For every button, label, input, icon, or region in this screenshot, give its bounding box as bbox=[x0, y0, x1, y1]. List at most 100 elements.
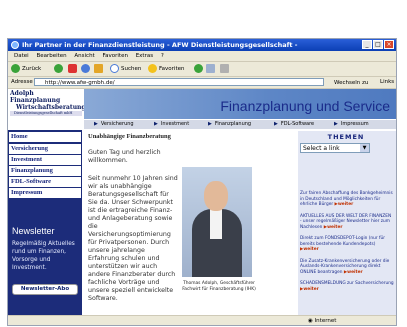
topic-link[interactable]: SCHADENSMELDUNG zur Sachversicherung ▶we… bbox=[300, 281, 394, 292]
print-button[interactable] bbox=[220, 64, 231, 74]
nav-fdl-software[interactable]: ▶ FDL-Software bbox=[274, 120, 314, 129]
back-label: Zurück bbox=[22, 66, 42, 72]
newsletter-heading: Newsletter bbox=[12, 226, 55, 236]
minimize-button[interactable]: _ bbox=[362, 40, 372, 49]
toolbar: Zurück Suchen Favoriten bbox=[8, 62, 396, 77]
menu-extras[interactable]: Extras bbox=[136, 53, 153, 59]
menu-favoriten[interactable]: Favoriten bbox=[102, 53, 127, 59]
menu-bearbeiten[interactable]: Bearbeiten bbox=[36, 53, 66, 59]
arrow-right-icon: ▶ bbox=[154, 121, 158, 127]
photo-caption: Thomas Adolph, Geschäftsführer Fachwirt … bbox=[182, 281, 256, 292]
topic-link[interactable]: Zur fairen Abschaffung des Bankgeheimnis… bbox=[300, 191, 394, 208]
stop-icon bbox=[68, 64, 77, 73]
sidebar-item-versicherung[interactable]: Versicherung bbox=[9, 144, 81, 155]
history-icon bbox=[194, 64, 203, 73]
forward-arrow-icon bbox=[54, 64, 63, 73]
nav-label: FDL-Software bbox=[280, 121, 315, 127]
intro-text: Seit nunmehr 10 Jahren sind wir als unab… bbox=[88, 175, 178, 302]
themes-heading: THEMEN bbox=[327, 133, 365, 141]
forward-button[interactable] bbox=[54, 64, 65, 74]
link-select[interactable]: Select a link ▼ bbox=[300, 143, 370, 153]
go-button[interactable]: Wechseln zu bbox=[334, 78, 368, 89]
topic-links: Zur fairen Abschaffung des Bankgeheimnis… bbox=[300, 191, 394, 298]
nav-investment[interactable]: ▶ Investment bbox=[154, 120, 189, 129]
themes-column: THEMEN Select a link ▼ Zur fairen Abscha… bbox=[298, 131, 396, 315]
main-content: Unabhängige Finanzberatung Guten Tag und… bbox=[88, 133, 288, 315]
favorites-label: Favoriten bbox=[159, 66, 185, 72]
sidebar-item-impressum[interactable]: Impressum bbox=[9, 188, 81, 199]
top-navigation: ▶ Versicherung ▶ Investment ▶ Finanzplanung… bbox=[84, 119, 396, 129]
nav-finanzplanung[interactable]: ▶ Finanzplanung bbox=[208, 120, 251, 129]
window-title: Ihr Partner in der Finanzdienstleistung … bbox=[22, 41, 298, 49]
menu-datei[interactable]: Datei bbox=[14, 53, 29, 59]
sidebar-menu: Home Versicherung Investment Finanzplanu… bbox=[9, 132, 81, 199]
history-button[interactable] bbox=[194, 64, 205, 74]
print-icon bbox=[220, 64, 229, 73]
more-link[interactable]: ▶weiter bbox=[344, 270, 363, 275]
banner-title: Finanzplanung und Service bbox=[220, 98, 390, 114]
content-heading: Unabhängige Finanzberatung bbox=[88, 133, 171, 140]
mail-button[interactable] bbox=[206, 64, 217, 74]
arrow-right-icon: ▶ bbox=[208, 121, 212, 127]
home-button[interactable] bbox=[94, 64, 105, 74]
home-icon bbox=[94, 64, 103, 73]
company-logo[interactable]: Adolph Finanzplanung Wirtschaftsberatung… bbox=[10, 90, 86, 116]
nav-label: Impressum bbox=[340, 121, 369, 127]
sidebar-item-investment[interactable]: Investment bbox=[9, 155, 81, 166]
stop-button[interactable] bbox=[68, 64, 79, 74]
arrow-right-icon: ▶ bbox=[274, 121, 278, 127]
browser-icon bbox=[11, 41, 19, 49]
search-label: Suchen bbox=[121, 66, 142, 72]
sidebar-item-finanzplanung[interactable]: Finanzplanung bbox=[9, 166, 81, 177]
nav-impressum[interactable]: ▶ Impressum bbox=[334, 120, 369, 129]
select-value: Select a link bbox=[303, 145, 340, 152]
more-link[interactable]: ▶weiter bbox=[324, 225, 343, 230]
menu-help[interactable]: ? bbox=[161, 53, 164, 59]
logo-line-2: Wirtschaftsberatung bbox=[16, 104, 86, 111]
browser-window: Ihr Partner in der Finanzdienstleistung … bbox=[7, 38, 397, 326]
nav-label: Investment bbox=[160, 121, 190, 127]
ceo-photo bbox=[182, 167, 252, 277]
address-input[interactable]: http://www.afw-gmbh.de/ bbox=[34, 78, 324, 86]
logo-line-3: Dienstleistungsgesellschaft mbH bbox=[10, 111, 82, 116]
nav-versicherung[interactable]: ▶ Versicherung bbox=[94, 120, 134, 129]
web-page: Adolph Finanzplanung Wirtschaftsberatung… bbox=[8, 89, 396, 315]
more-link[interactable]: ▶weiter bbox=[335, 202, 354, 207]
more-link[interactable]: ▶weiter bbox=[300, 287, 319, 292]
sidebar-item-fdl-software[interactable]: FDL-Software bbox=[9, 177, 81, 188]
nav-label: Versicherung bbox=[100, 121, 134, 127]
topic-link[interactable]: Direkt zum FONDSDEPOT-Login (nur für ber… bbox=[300, 236, 394, 253]
arrow-right-icon: ▶ bbox=[334, 121, 338, 127]
title-bar: Ihr Partner in der Finanzdienstleistung … bbox=[8, 39, 396, 51]
chevron-down-icon[interactable]: ▼ bbox=[360, 144, 369, 152]
nav-label: Finanzplanung bbox=[214, 121, 252, 127]
favorites-button[interactable]: Favoriten bbox=[148, 64, 184, 74]
header-banner: Finanzplanung und Service bbox=[84, 89, 396, 119]
back-arrow-icon bbox=[11, 64, 20, 73]
search-button[interactable]: Suchen bbox=[110, 64, 141, 74]
sidebar-item-home[interactable]: Home bbox=[9, 132, 81, 144]
sidebar: Home Versicherung Investment Finanzplanu… bbox=[8, 130, 82, 315]
refresh-button[interactable] bbox=[81, 64, 92, 74]
topic-link[interactable]: AKTUELLES AUS DER WELT DER FINANZEN - un… bbox=[300, 214, 394, 231]
status-bar: ◉ Internet bbox=[8, 315, 396, 325]
back-button[interactable]: Zurück bbox=[11, 64, 41, 74]
address-label: Adresse bbox=[11, 79, 33, 85]
close-button[interactable]: × bbox=[384, 40, 394, 49]
star-icon bbox=[148, 64, 157, 73]
menu-bar: Datei Bearbeiten Ansicht Favoriten Extra… bbox=[8, 51, 396, 62]
search-icon bbox=[110, 64, 119, 73]
topic-link[interactable]: Die Zusatz-Krankenversicherung oder die … bbox=[300, 259, 394, 276]
greeting-text: Guten Tag und herzlich willkommen. bbox=[88, 149, 161, 164]
menu-ansicht[interactable]: Ansicht bbox=[74, 53, 94, 59]
more-link[interactable]: ▶weiter bbox=[300, 247, 319, 252]
mail-icon bbox=[206, 64, 215, 73]
arrow-right-icon: ▶ bbox=[94, 121, 98, 127]
logo-line-1: Adolph Finanzplanung bbox=[10, 90, 61, 104]
links-button[interactable]: Links bbox=[380, 77, 394, 88]
newsletter-text: Regelmäßig Aktuelles rund um Finanzen, V… bbox=[12, 241, 75, 271]
security-zone: ◉ Internet bbox=[308, 318, 337, 324]
newsletter-button[interactable]: Newsletter-Abo bbox=[12, 284, 78, 295]
address-bar: Adresse http://www.afw-gmbh.de/ Wechseln… bbox=[8, 77, 396, 89]
maximize-button[interactable]: □ bbox=[373, 40, 383, 49]
